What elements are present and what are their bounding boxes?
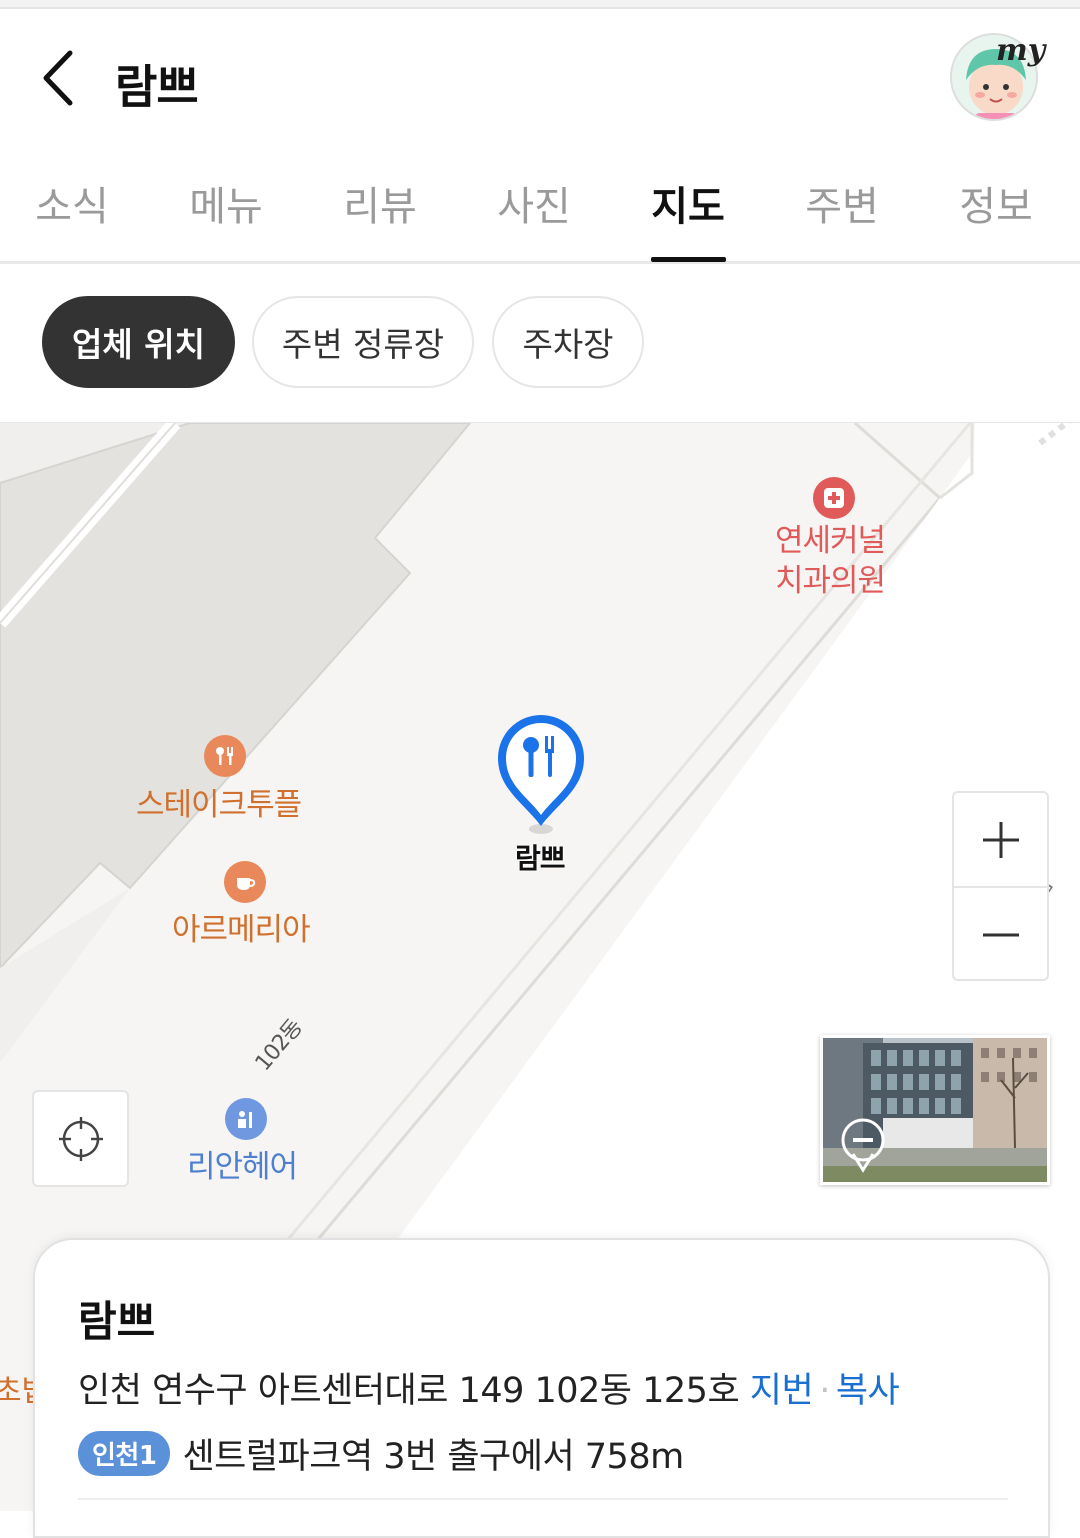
current-location-button[interactable] (32, 1090, 129, 1187)
tab-info[interactable]: 정보 (936, 174, 1056, 232)
poi-dental-label[interactable]: 연세커널 치과의원 (775, 521, 886, 601)
active-tab-indicator (651, 257, 726, 262)
chip-parking[interactable]: 주차장 (492, 296, 644, 388)
hospital-icon[interactable] (813, 477, 855, 519)
street-view-photo (823, 1038, 1047, 1182)
station-distance: 센트럴파크역 3번 출구에서 758m (182, 1437, 684, 1477)
separator-dot: · (819, 1371, 830, 1411)
tab-photos[interactable]: 사진 (474, 174, 594, 232)
copy-address-link[interactable]: 복사 (836, 1371, 900, 1411)
restaurant-icon[interactable] (204, 735, 246, 777)
address-line: 인천 연수구 아트센터대로 149 102동 125호 지번 · 복사 (78, 1362, 900, 1413)
restaurant-pin-icon (498, 715, 584, 834)
page-title: 람쁘 (115, 60, 199, 114)
place-info-card: 람쁘 인천 연수구 아트센터대로 149 102동 125호 지번 · 복사 인천1… (33, 1238, 1050, 1538)
chevron-left-icon (43, 50, 73, 106)
road-address: 인천 연수구 아트센터대로 149 102동 125호 (78, 1371, 740, 1411)
zoom-controls (952, 791, 1049, 981)
place-name: 람쁘 (78, 1297, 156, 1346)
selected-place-marker[interactable] (494, 711, 588, 841)
tab-menu[interactable]: 메뉴 (166, 174, 286, 232)
tab-nearby[interactable]: 주변 (782, 174, 902, 232)
poi-dental-line1: 연세커널 (775, 523, 886, 559)
salon-icon[interactable] (225, 1098, 267, 1140)
crosshair-icon (58, 1116, 103, 1161)
tab-news[interactable]: 소식 (12, 174, 132, 232)
my-label: my (996, 33, 1046, 68)
tab-map[interactable]: 지도 (628, 174, 748, 232)
marker-label: 람쁘 (515, 842, 566, 875)
plus-icon (982, 821, 1019, 858)
poi-dental-line2: 치과의원 (775, 563, 886, 599)
zoom-in-button[interactable] (954, 793, 1047, 886)
subway-line-badge: 인천1 (78, 1431, 171, 1476)
zoom-out-button[interactable] (954, 888, 1047, 981)
poi-steak-label[interactable]: 스테이크투플 (136, 779, 302, 824)
chip-nearby-stops[interactable]: 주변 정류장 (252, 296, 474, 388)
card-divider (78, 1498, 1008, 1500)
street-view-thumbnail[interactable] (820, 1035, 1050, 1185)
poi-cafe-label[interactable]: 아르메리아 (172, 904, 311, 949)
map-filter-chips: 업체 위치 주변 정류장 주차장 (0, 265, 1080, 422)
station-info: 인천1 센트럴파크역 3번 출구에서 758m (78, 1428, 684, 1479)
minus-icon (982, 933, 1019, 936)
cafe-icon[interactable] (224, 861, 266, 903)
tab-bar: 소식 메뉴 리뷰 사진 지도 주변 정보 (0, 150, 1080, 264)
jibun-link[interactable]: 지번 (750, 1371, 814, 1411)
poi-hair-label[interactable]: 리안헤어 (187, 1141, 298, 1186)
tab-review[interactable]: 리뷰 (320, 174, 440, 232)
chip-business-location[interactable]: 업체 위치 (42, 296, 235, 388)
header: 람쁘 my (0, 11, 1080, 141)
status-divider (0, 0, 1080, 9)
back-button[interactable] (30, 41, 90, 111)
